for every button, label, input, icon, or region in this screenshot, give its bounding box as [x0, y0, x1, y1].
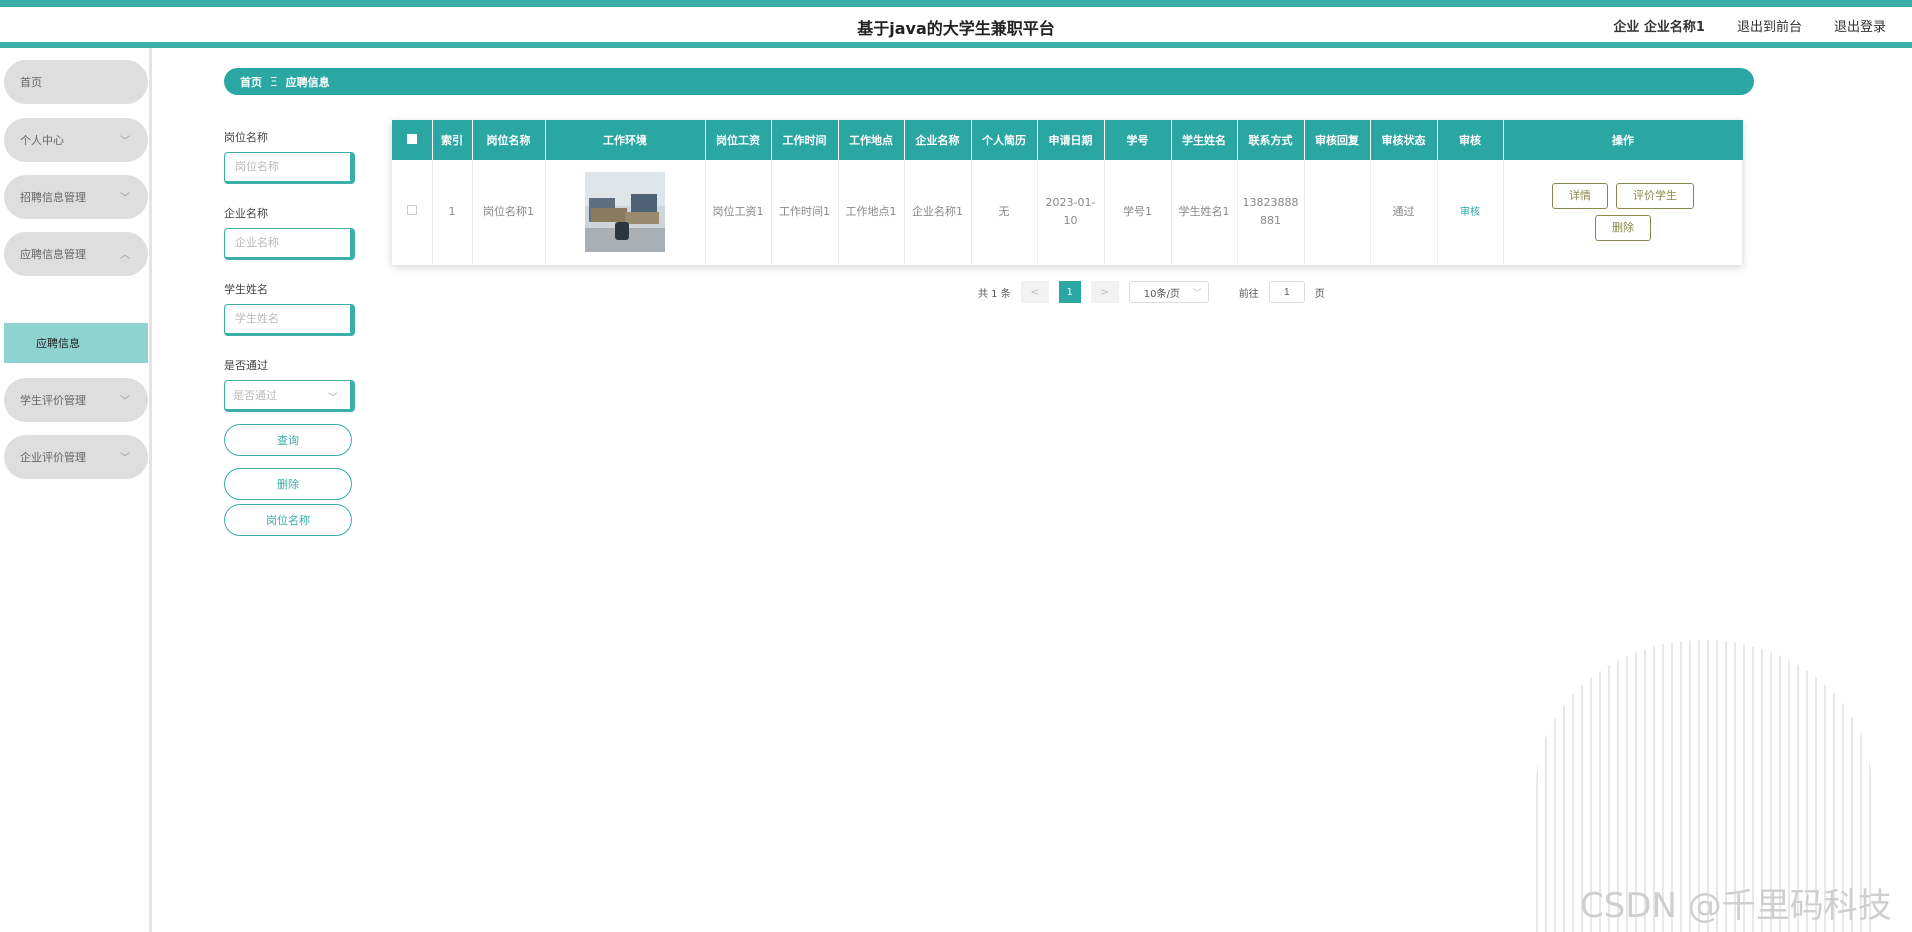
- logout-link[interactable]: 退出登录: [1834, 16, 1886, 35]
- cell-job: 岗位名称1: [472, 160, 546, 264]
- cell-date: 2023-01-10: [1037, 160, 1105, 264]
- column-header: 工作时间: [771, 120, 839, 160]
- cell-env: [545, 160, 706, 264]
- table-row: 1 岗位名称1 岗位工资1 工作时间1 工作地点1 企业名称1 无 2023-0…: [392, 160, 1744, 264]
- prev-page-button[interactable]: <: [1020, 281, 1049, 303]
- column-header: 企业名称: [904, 120, 972, 160]
- cell-phone: 13823888881: [1237, 160, 1305, 264]
- page-number-button[interactable]: 1: [1058, 281, 1081, 303]
- cell-company: 企业名称1: [904, 160, 972, 264]
- header-divider: [0, 42, 1912, 48]
- cell-place: 工作地点1: [838, 160, 905, 264]
- application-table: 索引 岗位名称 工作环境 岗位工资 工作时间 工作地点 企业名称 个人简历 申请…: [392, 120, 1744, 265]
- cell-student-no: 学号1: [1104, 160, 1172, 264]
- sidebar-item-student-eval[interactable]: 学生评价管理 ﹀: [4, 378, 148, 422]
- pass-status-select[interactable]: 是否通过 ﹀: [224, 380, 355, 412]
- cell-salary: 岗位工资1: [705, 160, 772, 264]
- sidebar-item-recruit-manage[interactable]: 招聘信息管理 ﹀: [4, 175, 148, 219]
- breadcrumb: 首页 Ξ 应聘信息: [224, 68, 1754, 95]
- column-header: 工作地点: [838, 120, 905, 160]
- sidebar-item-home[interactable]: 首页: [4, 60, 148, 104]
- breadcrumb-current: 应聘信息: [285, 75, 330, 89]
- column-header: 学生姓名: [1171, 120, 1238, 160]
- chevron-up-icon: ︿: [120, 250, 130, 261]
- job-name-input[interactable]: [224, 152, 355, 184]
- company-name-input[interactable]: [224, 228, 355, 260]
- sidebar-item-label: 学生评价管理: [20, 394, 86, 407]
- chevron-down-icon: ﹀: [328, 393, 338, 404]
- column-header: 审核回复: [1304, 120, 1371, 160]
- student-name-input[interactable]: [224, 304, 355, 336]
- row-delete-button[interactable]: 删除: [1595, 215, 1651, 241]
- cell-audit: 审核: [1437, 160, 1504, 264]
- cell-status: 通过: [1370, 160, 1438, 264]
- top-accent-bar: [0, 0, 1912, 7]
- audit-link[interactable]: 审核: [1460, 207, 1480, 218]
- current-user-label: 企业 企业名称1: [1613, 20, 1705, 35]
- column-header: 操作: [1503, 120, 1744, 160]
- column-header: 索引: [432, 120, 473, 160]
- next-page-button[interactable]: >: [1090, 281, 1119, 303]
- cell-time: 工作时间1: [771, 160, 839, 264]
- cell-operations: 详情 评价学生 删除: [1503, 160, 1744, 264]
- chevron-down-icon: ﹀: [120, 193, 130, 204]
- evaluate-student-button[interactable]: 评价学生: [1616, 183, 1694, 209]
- page-size-select[interactable]: 10条/页 ﹀: [1128, 281, 1209, 303]
- cell-reply: [1304, 160, 1371, 264]
- pass-status-label: 是否通过: [224, 359, 268, 372]
- back-to-front-link[interactable]: 退出到前台: [1737, 16, 1802, 35]
- sidebar-item-label: 应聘信息管理: [20, 248, 86, 261]
- sidebar-item-label: 首页: [20, 76, 42, 89]
- detail-button[interactable]: 详情: [1552, 183, 1608, 209]
- sidebar-subitem-label: 应聘信息: [36, 337, 80, 350]
- column-header: 申请日期: [1037, 120, 1105, 160]
- watermark-text: CSDN @千里码科技: [1580, 886, 1892, 926]
- job-name-label: 岗位名称: [224, 131, 268, 144]
- breadcrumb-home[interactable]: 首页: [240, 74, 262, 90]
- student-name-label: 学生姓名: [224, 283, 268, 296]
- column-header: 学号: [1104, 120, 1172, 160]
- pagination: 共 1 条 < 1 > 10条/页 ﹀ 前往 页: [978, 281, 1325, 303]
- page-unit-label: 页: [1314, 288, 1325, 300]
- column-header: 岗位名称: [472, 120, 546, 160]
- header-bar: 基于java的大学生兼职平台 企业 企业名称1 退出到前台 退出登录: [0, 7, 1912, 47]
- cell-index: 1: [432, 160, 473, 264]
- sidebar: 首页 个人中心 ﹀ 招聘信息管理 ﹀ 应聘信息管理 ︿ 应聘信息 学生评价管理 …: [0, 48, 152, 932]
- column-header: 岗位工资: [705, 120, 772, 160]
- company-name-label: 企业名称: [224, 207, 268, 220]
- sidebar-item-personal-center[interactable]: 个人中心 ﹀: [4, 118, 148, 162]
- pass-status-placeholder: 是否通过: [233, 389, 277, 402]
- goto-page-input[interactable]: [1268, 281, 1305, 303]
- goto-label: 前往: [1238, 288, 1259, 300]
- column-header: 联系方式: [1237, 120, 1305, 160]
- sidebar-item-company-eval[interactable]: 企业评价管理 ﹀: [4, 435, 148, 479]
- row-checkbox[interactable]: [392, 160, 433, 264]
- chevron-down-icon: ﹀: [120, 453, 130, 464]
- chevron-down-icon: ﹀: [120, 136, 130, 147]
- select-all-checkbox[interactable]: [392, 120, 433, 160]
- column-header: 审核: [1437, 120, 1504, 160]
- chevron-down-icon: ﹀: [1192, 289, 1202, 299]
- sidebar-item-label: 个人中心: [20, 134, 64, 147]
- column-header: 个人简历: [971, 120, 1038, 160]
- delete-button[interactable]: 删除: [224, 468, 352, 500]
- page-size-value: 10条/页: [1143, 288, 1180, 300]
- sidebar-item-application-manage[interactable]: 应聘信息管理 ︿: [4, 232, 148, 276]
- sidebar-item-label: 企业评价管理: [20, 451, 86, 464]
- pagination-total: 共 1 条: [978, 288, 1011, 300]
- job-name-button[interactable]: 岗位名称: [224, 504, 352, 536]
- column-header: 审核状态: [1370, 120, 1438, 160]
- header-links: 企业 企业名称1 退出到前台 退出登录: [1613, 16, 1886, 35]
- query-button[interactable]: 查询: [224, 424, 352, 456]
- breadcrumb-separator-icon: Ξ: [270, 74, 278, 89]
- sidebar-subitem-application-info[interactable]: 应聘信息: [4, 323, 148, 363]
- cell-resume: 无: [971, 160, 1038, 264]
- table-header-row: 索引 岗位名称 工作环境 岗位工资 工作时间 工作地点 企业名称 个人简历 申请…: [392, 120, 1744, 160]
- chevron-down-icon: ﹀: [120, 396, 130, 407]
- cell-student-name: 学生姓名1: [1171, 160, 1238, 264]
- column-header: 工作环境: [545, 120, 706, 160]
- sidebar-item-label: 招聘信息管理: [20, 191, 86, 204]
- office-environment-image: [585, 172, 665, 252]
